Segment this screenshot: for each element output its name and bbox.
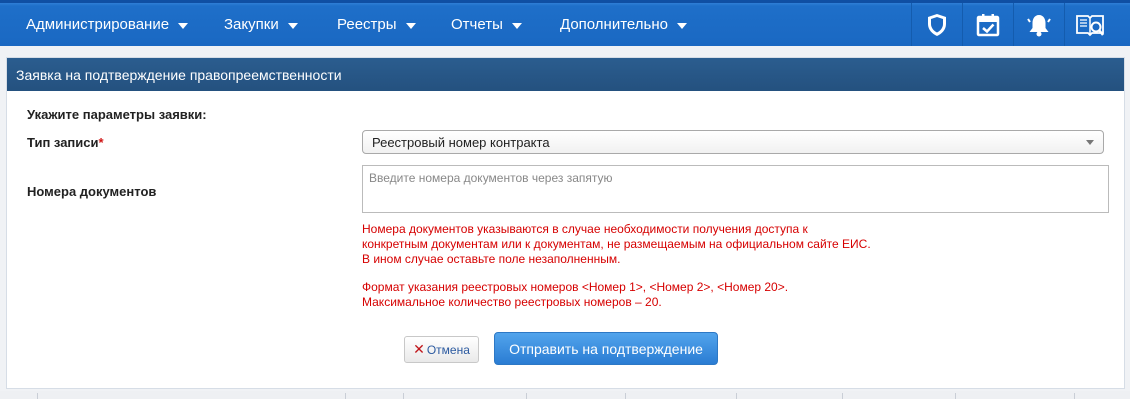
shield-icon xyxy=(928,13,946,36)
record-type-value: Реестровый номер контракта xyxy=(372,134,550,150)
docs-label: Номера документов xyxy=(27,184,157,199)
document-numbers-field[interactable] xyxy=(362,165,1109,213)
menu-administration-label: Администрирование xyxy=(26,16,170,33)
chevron-down-icon xyxy=(405,22,416,29)
chevron-down-icon xyxy=(676,22,687,29)
menu-reports[interactable]: Отчеты xyxy=(451,3,522,46)
hint-line: В ином случае оставьте поле незаполненны… xyxy=(362,252,621,266)
menu-additional-label: Дополнительно xyxy=(560,16,668,33)
bell-icon xyxy=(1027,14,1051,36)
registry-search-button[interactable] xyxy=(1064,3,1115,46)
notifications-button[interactable] xyxy=(1013,3,1064,46)
required-mark: * xyxy=(98,135,104,150)
cancel-button[interactable]: ✕ Отмена xyxy=(404,336,479,363)
chevron-down-icon xyxy=(1086,140,1094,145)
menu-purchases[interactable]: Закупки xyxy=(224,3,298,46)
bottom-divider xyxy=(0,391,1130,399)
type-label: Тип записи* xyxy=(27,135,104,150)
menu-additional[interactable]: Дополнительно xyxy=(560,3,687,46)
top-navigation-bar: Администрирование Закупки Реестры Отчеты… xyxy=(0,0,1130,46)
panel-title: Заявка на подтверждение правопреемственн… xyxy=(7,58,1124,91)
book-search-icon xyxy=(1076,14,1104,36)
shield-button[interactable] xyxy=(911,3,962,46)
menu-registries[interactable]: Реестры xyxy=(337,3,416,46)
chevron-down-icon xyxy=(287,22,298,29)
menu-administration[interactable]: Администрирование xyxy=(26,3,189,46)
hint-line: Номера документов указываются в случае н… xyxy=(362,222,808,236)
menu-purchases-label: Закупки xyxy=(224,16,279,33)
request-panel: Заявка на подтверждение правопреемственн… xyxy=(6,57,1125,389)
hint-line: Максимальное количество реестровых номер… xyxy=(362,295,662,309)
calendar-check-icon xyxy=(976,13,1000,36)
type-label-text: Тип записи xyxy=(27,135,99,150)
menu-reports-label: Отчеты xyxy=(451,16,503,33)
hint-text-block-1: Номера документов указываются в случае н… xyxy=(362,222,1062,267)
hint-line: конкретным документам или к документам, … xyxy=(362,237,871,251)
submit-button-label: Отправить на подтверждение xyxy=(509,340,703,357)
submit-button[interactable]: Отправить на подтверждение xyxy=(494,332,718,365)
hint-text-block-2: Формат указания реестровых номеров <Номе… xyxy=(362,280,1062,310)
chevron-down-icon xyxy=(178,22,189,29)
close-icon: ✕ xyxy=(413,341,425,357)
hint-line: Формат указания реестровых номеров <Номе… xyxy=(362,280,789,294)
section-label: Укажите параметры заявки: xyxy=(27,107,207,122)
calendar-button[interactable] xyxy=(962,3,1013,46)
record-type-select[interactable]: Реестровый номер контракта xyxy=(362,130,1104,154)
cancel-button-label: Отмена xyxy=(426,342,470,357)
chevron-down-icon xyxy=(511,22,522,29)
menu-registries-label: Реестры xyxy=(337,16,397,33)
